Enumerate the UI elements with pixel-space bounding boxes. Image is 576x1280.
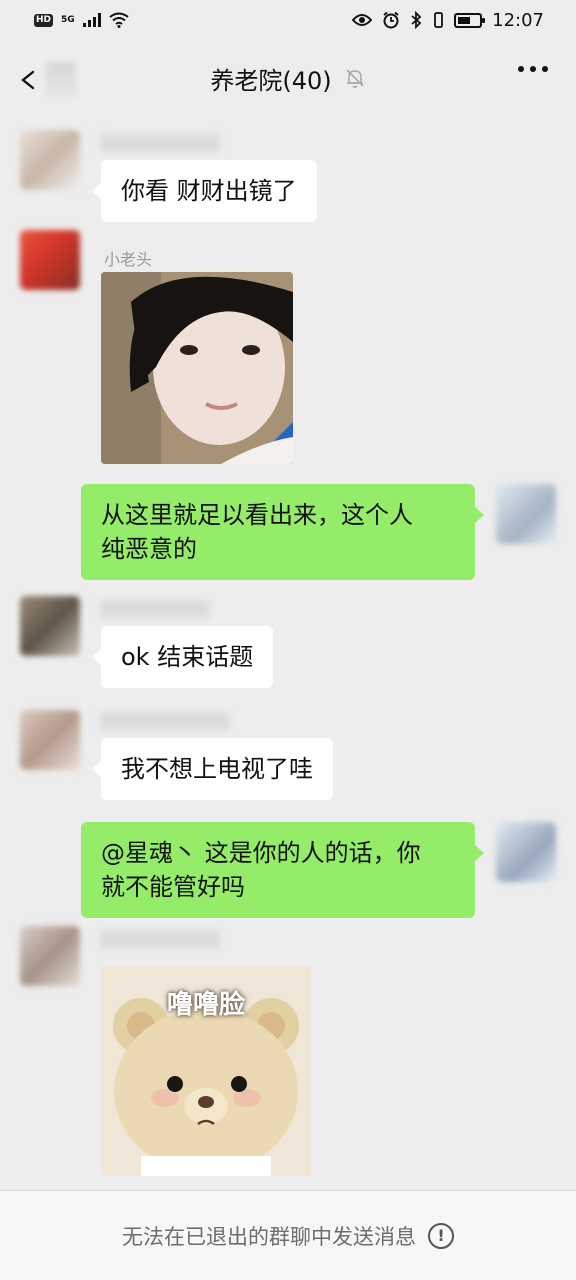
bluetooth-icon [411, 11, 422, 29]
battery-icon [454, 12, 486, 28]
message-bubble-self[interactable]: 从这里就足以看出来，这个人 纯恶意的 [81, 484, 484, 580]
self-avatar[interactable] [496, 822, 556, 882]
message-text: 你看 财财出镜了 [121, 177, 297, 205]
message-bubble[interactable]: ok 结束话题 [91, 626, 274, 688]
wifi-icon [109, 12, 129, 28]
avatar[interactable] [20, 596, 80, 656]
back-button[interactable] [18, 60, 84, 100]
unread-badge-blurred [46, 62, 76, 98]
message-text-line: 就不能管好吗 [101, 873, 245, 901]
status-right: 12:07 [352, 10, 544, 31]
avatar[interactable] [20, 230, 80, 290]
message-photo[interactable] [101, 272, 293, 464]
mute-bell-icon [346, 69, 364, 88]
alarm-icon [383, 11, 399, 29]
exited-group-notice: 无法在已退出的群聊中发送消息 [122, 1224, 416, 1249]
status-left: HD 5G [34, 12, 129, 28]
chat-message-list[interactable]: 你看 财财出镜了 小老头 从这里就足以看出来，这个人 纯恶意的 ok 结束话题 … [0, 116, 576, 1190]
hd-badge: HD [34, 13, 54, 27]
portrait-image [101, 272, 293, 464]
message-text-line: @星魂丶 这是你的人的话，你 [101, 839, 421, 867]
status-bar: HD 5G 12:07 [0, 0, 576, 40]
avatar[interactable] [20, 710, 80, 770]
message-text-line: 从这里就足以看出来，这个人 [101, 501, 413, 529]
message-bubble[interactable]: 你看 财财出镜了 [92, 160, 317, 222]
more-options-button[interactable] [518, 66, 548, 72]
vibrate-icon [434, 12, 444, 28]
chat-header: 养老院(40) [0, 40, 576, 116]
sticker-caption: 噜噜脸 [166, 990, 245, 1020]
eye-icon [352, 14, 373, 26]
info-icon[interactable]: ! [428, 1222, 454, 1249]
back-arrow-icon[interactable] [18, 69, 40, 91]
message-bubble-self[interactable]: @星魂丶 这是你的人的话，你 就不能管好吗 [81, 822, 484, 918]
message-text: ok 结束话题 [121, 643, 254, 671]
network-type: 5G [61, 14, 75, 25]
avatar[interactable] [20, 926, 80, 986]
status-time: 12:07 [492, 9, 544, 31]
chat-title: 养老院(40) [210, 66, 332, 95]
message-text: 我不想上电视了哇 [121, 755, 313, 783]
input-disabled-bar: 无法在已退出的群聊中发送消息 ! [0, 1190, 576, 1280]
sender-name: 小老头 [104, 250, 153, 269]
sticker-image[interactable]: 噜噜脸 [101, 966, 311, 1176]
self-avatar[interactable] [496, 484, 556, 544]
message-bubble[interactable]: 我不想上电视了哇 [92, 738, 333, 800]
message-text-line: 纯恶意的 [101, 535, 197, 563]
avatar[interactable] [20, 130, 80, 190]
signal-icon [82, 13, 101, 27]
